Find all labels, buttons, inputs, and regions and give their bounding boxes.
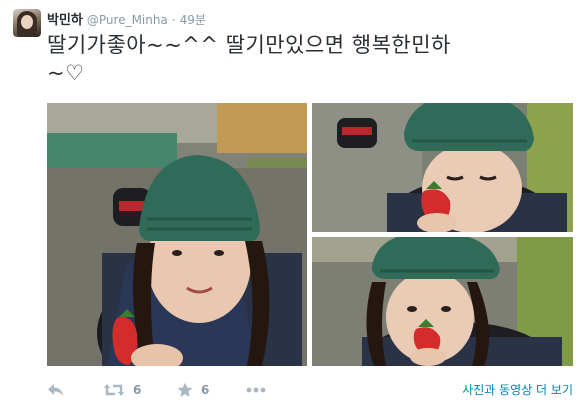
tweet-text-line-1: 딸기가좋아~~^^ 딸기만있으면 행복한민하 (47, 33, 451, 57)
display-name[interactable]: 박민하 (47, 9, 83, 28)
tweet-header: 박민하 @Pure_Minha · 49분 (47, 9, 206, 28)
reply-icon (48, 384, 63, 396)
avatar[interactable] (13, 9, 41, 37)
tweet-actions: 6 6 사진과 동영상 더 보기 (47, 380, 573, 400)
top-right-photo-image (312, 103, 573, 232)
main-photo-image (47, 103, 307, 366)
separator-dot: · (171, 13, 176, 27)
star-icon (177, 382, 193, 397)
more-button[interactable] (246, 380, 266, 400)
retweet-icon (104, 384, 124, 396)
top-right-photo[interactable] (312, 103, 573, 232)
avatar-face (21, 15, 33, 29)
bottom-right-photo[interactable] (312, 237, 573, 366)
favorite-button[interactable]: 6 (177, 380, 209, 400)
retweet-count: 6 (133, 383, 142, 397)
view-more-media-link[interactable]: 사진과 동영상 더 보기 (462, 381, 573, 398)
reply-button[interactable] (47, 380, 65, 400)
timestamp[interactable]: 49분 (180, 11, 206, 28)
favorite-count: 6 (201, 383, 210, 397)
main-photo[interactable] (47, 103, 307, 366)
bottom-right-photo-image (312, 237, 573, 366)
tweet-text: 딸기가좋아~~^^ 딸기만있으면 행복한민하 ~♡ (47, 31, 567, 87)
tweet-text-line-2: ~♡ (47, 61, 85, 85)
retweet-button[interactable]: 6 (103, 380, 141, 400)
ellipsis-icon (246, 387, 266, 393)
user-handle[interactable]: @Pure_Minha (87, 13, 168, 27)
